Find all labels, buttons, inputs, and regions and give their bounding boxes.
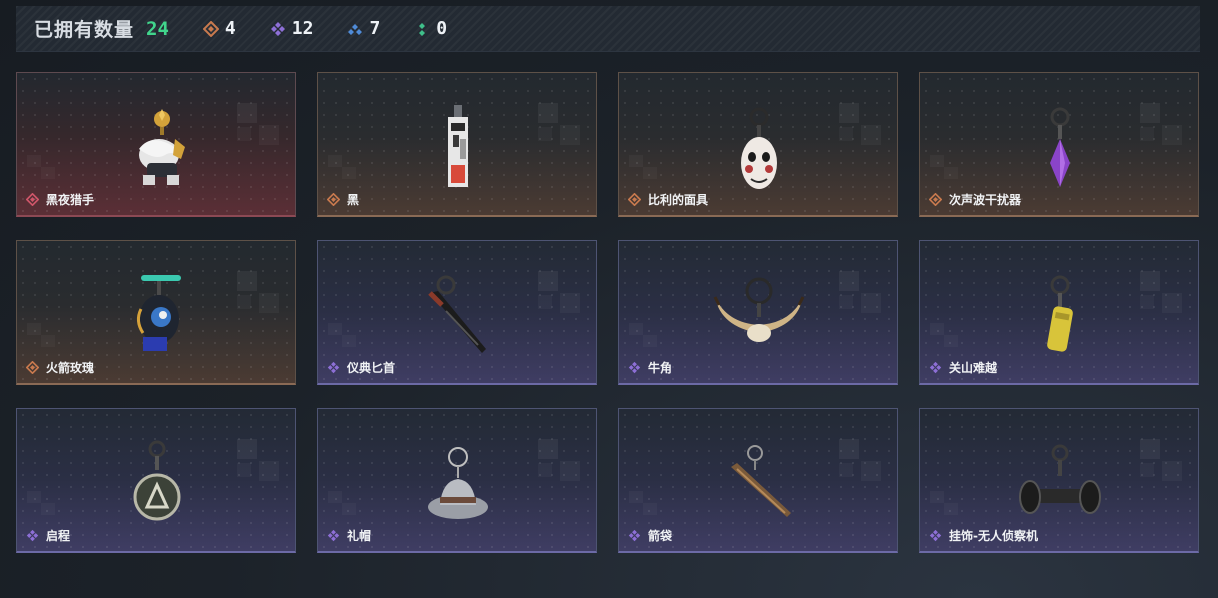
- charm-card[interactable]: 礼帽: [317, 408, 597, 553]
- charm-card[interactable]: 黑: [317, 72, 597, 217]
- charm-name: 黑: [347, 193, 360, 207]
- charm-card[interactable]: 仪典匕首: [317, 240, 597, 385]
- charm-card[interactable]: 比利的面具: [618, 72, 898, 217]
- orange-diamond-icon: [202, 20, 219, 37]
- charm-name: 牛角: [648, 361, 673, 375]
- rarity-count-purple: 12: [270, 18, 314, 39]
- charm-card[interactable]: 挂饰-无人侦察机: [919, 408, 1199, 553]
- orange-diamond-icon: [26, 361, 39, 374]
- owned-count-label: 已拥有数量: [34, 19, 135, 41]
- charm-name: 比利的面具: [648, 193, 709, 207]
- charm-card[interactable]: 牛角: [618, 240, 898, 385]
- charm-card[interactable]: 关山难越: [919, 240, 1199, 385]
- purple-diamond-icon: [327, 361, 340, 374]
- charm-card[interactable]: 次声波干扰器: [919, 72, 1199, 217]
- charm-name: 黑夜猎手: [46, 193, 95, 207]
- charm-name: 启程: [46, 529, 71, 543]
- orange-diamond-icon: [929, 193, 942, 206]
- purple-diamond-icon: [26, 529, 39, 542]
- blue-diamond-icon: [348, 23, 363, 35]
- rarity-count-green: 0: [414, 18, 447, 39]
- charm-card[interactable]: 启程: [16, 408, 296, 553]
- orange-diamond-icon: [628, 193, 641, 206]
- purple-diamond-icon: [628, 529, 641, 542]
- black-tag-charm-icon: [448, 105, 468, 187]
- charm-name: 箭袋: [648, 529, 673, 543]
- charm-name: 挂饰-无人侦察机: [949, 529, 1038, 543]
- purple-diamond-icon: [628, 361, 641, 374]
- purple-diamond-icon: [270, 21, 285, 36]
- charm-name: 次声波干扰器: [949, 193, 1022, 207]
- purple-diamond-icon: [929, 361, 942, 374]
- rarity-count-value: 4: [224, 18, 236, 39]
- charm-name: 礼帽: [347, 529, 372, 543]
- charm-card[interactable]: 黑夜猎手: [16, 72, 296, 217]
- owned-count-value: 24: [146, 17, 169, 40]
- inventory-summary-bar: 已拥有数量 24 4 12 7 0: [16, 6, 1200, 52]
- rarity-count-blue: 7: [347, 18, 380, 39]
- rarity-count-orange: 4: [202, 18, 236, 39]
- rarity-count-value: 0: [436, 18, 448, 39]
- red-diamond-icon: [26, 193, 39, 206]
- charm-name: 火箭玫瑰: [46, 361, 95, 375]
- charm-card[interactable]: 火箭玫瑰: [16, 240, 296, 385]
- rarity-count-value: 7: [369, 18, 381, 39]
- charm-name: 关山难越: [949, 361, 998, 375]
- purple-diamond-icon: [327, 529, 340, 542]
- charm-card[interactable]: 箭袋: [618, 408, 898, 553]
- purple-diamond-icon: [929, 529, 942, 542]
- charm-name: 仪典匕首: [347, 361, 396, 375]
- green-diamond-icon: [419, 22, 426, 36]
- rarity-count-value: 12: [291, 18, 314, 39]
- orange-diamond-icon: [327, 193, 340, 206]
